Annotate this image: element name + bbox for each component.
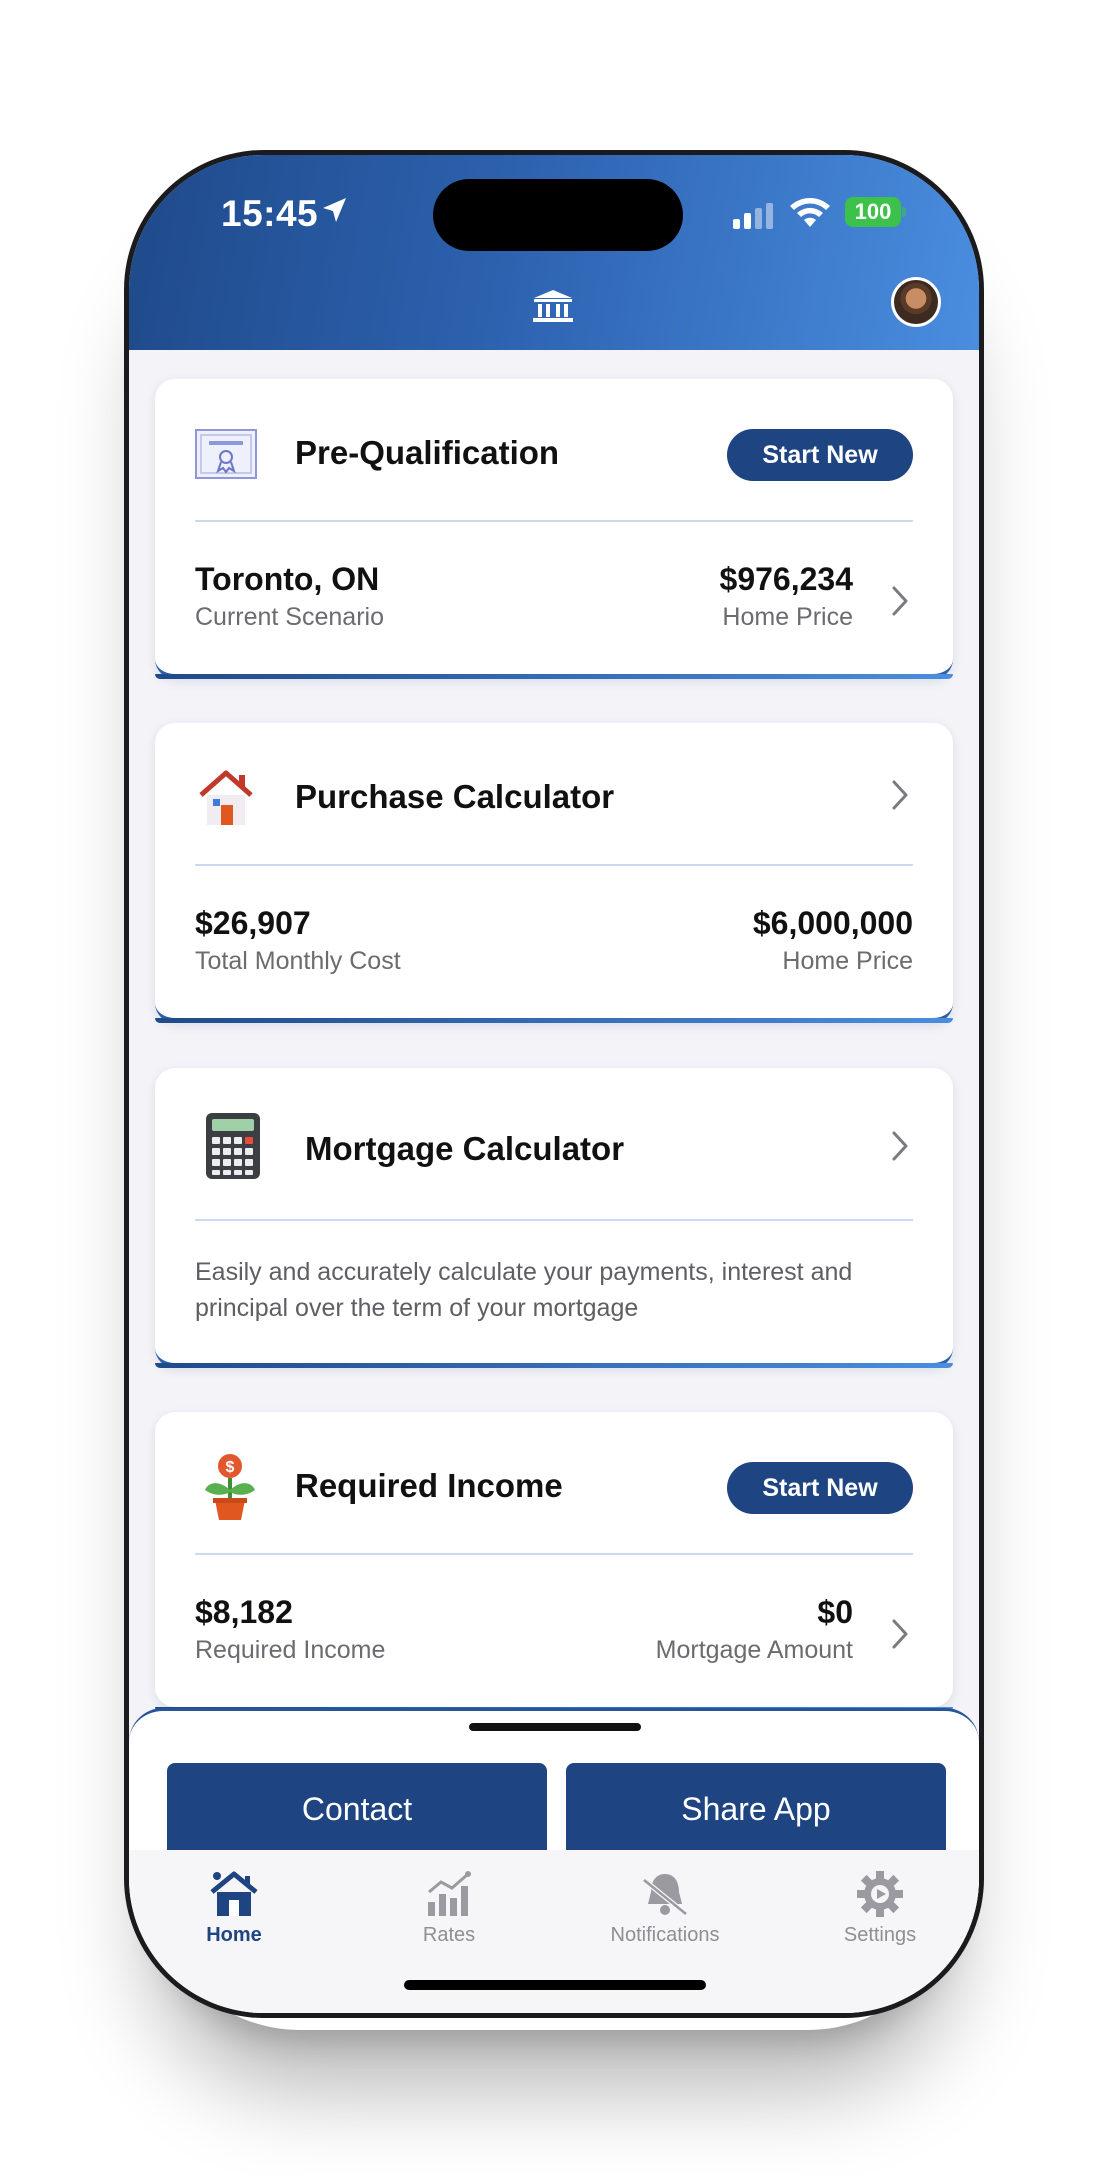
certificate-icon	[195, 429, 257, 479]
battery-indicator: 100	[845, 197, 901, 227]
chevron-right-icon[interactable]	[891, 779, 909, 811]
gear-icon	[857, 1871, 903, 1917]
tab-home-label: Home	[206, 1924, 262, 1946]
tab-settings-label: Settings	[843, 1924, 917, 1946]
required-income-caption: Required Income	[195, 1636, 386, 1664]
prequal-home-price: $976,234	[719, 561, 853, 597]
tab-notifications[interactable]: Notifications	[590, 1870, 740, 1947]
house-icon	[199, 770, 253, 825]
mortgage-calculator-card[interactable]: Mortgage Calculator Easily and accuratel…	[155, 1068, 953, 1368]
bank-icon	[533, 290, 573, 322]
share-app-button[interactable]: Share App	[566, 1763, 946, 1855]
home-indicator[interactable]	[404, 1980, 706, 1990]
chevron-right-icon[interactable]	[891, 1618, 909, 1650]
money-plant-icon: $	[205, 1454, 255, 1520]
card-divider	[195, 520, 913, 522]
contact-button[interactable]: Contact	[167, 1763, 547, 1855]
tab-rates[interactable]: Rates	[374, 1870, 524, 1947]
phone-frame: 15:45 100 Pre-Qualification Start New To…	[124, 150, 984, 2018]
card-divider	[195, 1219, 913, 1221]
tab-rates-label: Rates	[422, 1924, 476, 1946]
purchase-calculator-card[interactable]: Purchase Calculator $26,907 Total Monthl…	[155, 723, 953, 1023]
scenario-caption: Current Scenario	[195, 603, 384, 631]
prequalification-start-new-button[interactable]: Start New	[727, 429, 913, 481]
sheet-grabber[interactable]	[469, 1723, 641, 1731]
purchase-home-price: $6,000,000	[752, 905, 913, 941]
location-arrow-icon	[323, 198, 346, 222]
prequalification-title: Pre-Qualification	[295, 434, 560, 471]
chevron-right-icon[interactable]	[891, 585, 909, 617]
wifi-icon	[790, 198, 830, 227]
cellular-signal-icon	[733, 203, 773, 229]
mortgage-amount-value: $0	[817, 1594, 853, 1630]
total-monthly-cost: $26,907	[195, 905, 311, 941]
mortgage-description: Easily and accurately calculate your pay…	[195, 1258, 853, 1322]
purchase-calculator-title: Purchase Calculator	[295, 778, 615, 815]
status-time: 15:45	[221, 193, 319, 234]
scenario-location: Toronto, ON	[195, 561, 380, 597]
mortgage-calculator-title: Mortgage Calculator	[305, 1130, 625, 1167]
mortgage-amount-caption: Mortgage Amount	[655, 1636, 853, 1664]
required-income-start-new-button[interactable]: Start New	[727, 1462, 913, 1514]
bell-icon	[642, 1874, 688, 1916]
chart-icon	[428, 1871, 471, 1916]
total-monthly-cost-caption: Total Monthly Cost	[195, 947, 401, 975]
purchase-home-price-caption: Home Price	[782, 947, 913, 975]
dynamic-island	[433, 179, 683, 251]
chevron-right-icon[interactable]	[891, 1130, 909, 1162]
prequalification-card[interactable]: Pre-Qualification Start New Toronto, ON …	[155, 379, 953, 679]
card-divider	[195, 864, 913, 866]
svg-text:$: $	[226, 1459, 235, 1476]
tab-home[interactable]: Home	[159, 1870, 309, 1947]
calculator-icon	[206, 1113, 260, 1179]
screen: 15:45 100 Pre-Qualification Start New To…	[129, 155, 979, 2013]
required-income-title: Required Income	[295, 1467, 563, 1504]
battery-tip	[902, 207, 906, 217]
prequal-home-price-caption: Home Price	[722, 603, 853, 631]
tab-settings[interactable]: Settings	[805, 1870, 955, 1947]
profile-avatar[interactable]	[891, 277, 941, 327]
avatar-photo	[894, 280, 938, 324]
tab-notifications-label: Notifications	[610, 1924, 720, 1946]
card-divider	[195, 1553, 913, 1555]
home-icon	[210, 1871, 258, 1916]
app-header: 15:45 100	[129, 155, 979, 350]
required-income-card[interactable]: $ Required Income Start New $8,182 Requi…	[155, 1412, 953, 1712]
required-income-value: $8,182	[195, 1594, 293, 1630]
